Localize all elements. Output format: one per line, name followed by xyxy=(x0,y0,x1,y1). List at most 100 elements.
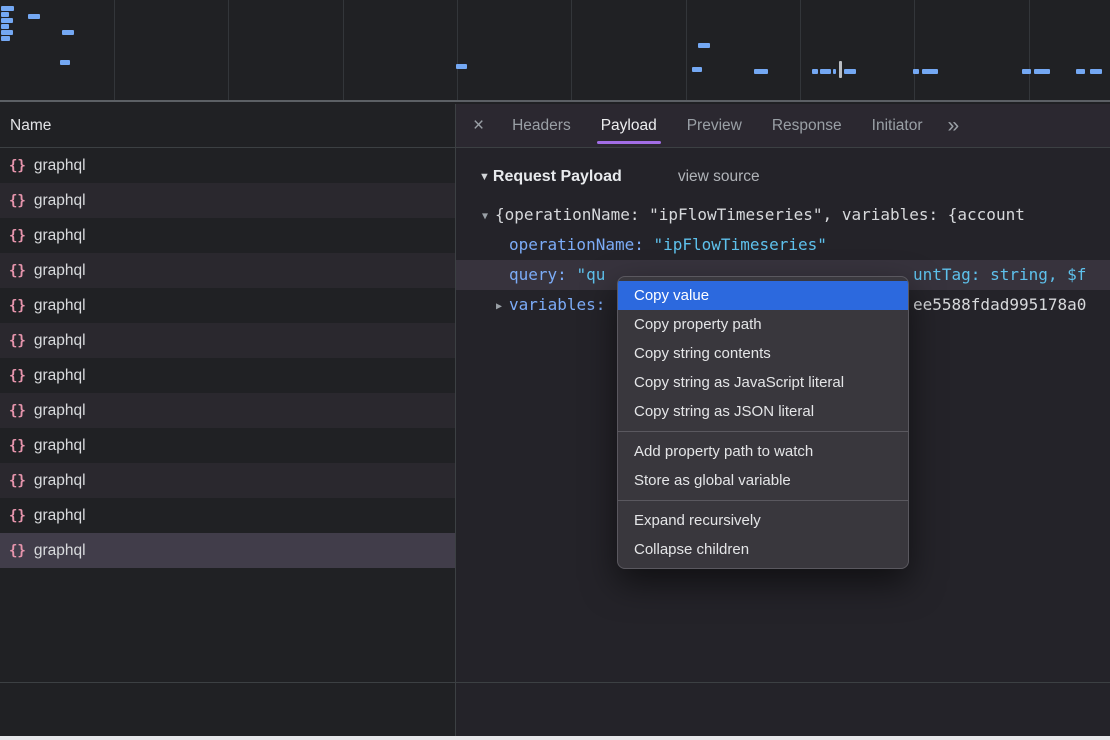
payload-root-row[interactable]: ▼ {operationName: "ipFlowTimeseries", var… xyxy=(456,200,1110,230)
menu-item-collapse-children[interactable]: Collapse children xyxy=(618,535,908,564)
timeline-bar xyxy=(60,60,70,65)
request-row[interactable]: {}graphql xyxy=(0,288,455,323)
json-braces-icon: {} xyxy=(9,158,26,174)
grid-line xyxy=(571,0,572,100)
timeline-bar xyxy=(698,43,710,48)
context-menu: Copy valueCopy property pathCopy string … xyxy=(617,276,909,569)
tab-response[interactable]: Response xyxy=(757,104,857,147)
property-value: "qu xyxy=(576,265,605,284)
request-row[interactable]: {} graphql xyxy=(0,393,455,428)
section-collapse-triangle-icon[interactable]: ▼ xyxy=(479,171,490,183)
name-column-header[interactable]: Name xyxy=(0,104,455,148)
expand-open-triangle-icon[interactable]: ▼ xyxy=(482,202,488,230)
request-name: graphql xyxy=(34,227,86,245)
request-row[interactable]: {} graphql xyxy=(0,533,455,568)
timeline-bar xyxy=(839,61,842,78)
request-row[interactable]: {} graphql xyxy=(0,428,455,463)
menu-item-expand-recursively[interactable]: Expand recursively xyxy=(618,506,908,535)
timeline-bar xyxy=(456,64,467,69)
timeline-bar xyxy=(922,69,938,74)
json-braces-icon: {} xyxy=(9,368,26,384)
name-column-label: Name xyxy=(10,117,51,135)
variables-preview-fragment: ee5588fdad995178a0 xyxy=(913,290,1086,320)
expand-closed-triangle-icon[interactable]: ▶ xyxy=(496,292,502,320)
request-payload-title: Request Payload xyxy=(493,168,622,186)
menu-item-copy-property-path[interactable]: Copy property path xyxy=(618,310,908,339)
grid-line xyxy=(1029,0,1030,100)
property-key: variables: xyxy=(509,295,605,314)
timeline-bar xyxy=(844,69,856,74)
request-row[interactable]: {}graphql xyxy=(0,323,455,358)
timeline-bar xyxy=(28,14,40,19)
property-key: operationName: xyxy=(509,235,654,254)
menu-item-copy-string-as-javascript-literal[interactable]: Copy string as JavaScript literal xyxy=(618,368,908,397)
window-bottom-edge xyxy=(0,736,1110,740)
timeline-bar xyxy=(692,67,702,72)
timeline-bar xyxy=(1,36,10,41)
timeline-bar xyxy=(913,69,919,74)
json-braces-icon: {} xyxy=(9,228,26,244)
request-row[interactable]: {}graphql xyxy=(0,358,455,393)
grid-line xyxy=(343,0,344,100)
request-name: graphql xyxy=(34,262,86,280)
menu-item-copy-value[interactable]: Copy value xyxy=(618,281,908,310)
menu-item-store-as-global-variable[interactable]: Store as global variable xyxy=(618,466,908,495)
more-tabs-icon[interactable]: » xyxy=(948,115,960,136)
timeline-bar xyxy=(1,12,9,17)
view-source-link[interactable]: view source xyxy=(678,168,760,186)
request-name: graphql xyxy=(34,402,86,420)
menu-item-copy-string-contents[interactable]: Copy string contents xyxy=(618,339,908,368)
tab-preview[interactable]: Preview xyxy=(672,104,757,147)
timeline-bar xyxy=(62,30,74,35)
json-braces-icon: {} xyxy=(9,508,26,524)
timeline-bar xyxy=(1,6,14,11)
query-string-fragment: untTag: string, $f xyxy=(913,260,1086,290)
timeline-bar xyxy=(1,24,9,29)
tab-headers[interactable]: Headers xyxy=(497,104,586,147)
json-braces-icon: {} xyxy=(9,438,26,454)
close-icon[interactable]: × xyxy=(473,116,484,135)
request-row[interactable]: {} graphql xyxy=(0,253,455,288)
request-name: graphql xyxy=(34,332,86,350)
grid-line xyxy=(228,0,229,100)
grid-line xyxy=(914,0,915,100)
property-key: query: xyxy=(509,265,576,284)
timeline-bar xyxy=(812,69,818,74)
request-row[interactable]: {}graphql xyxy=(0,463,455,498)
json-braces-icon: {} xyxy=(9,543,26,559)
request-name: graphql xyxy=(34,437,86,455)
request-name: graphql xyxy=(34,297,86,315)
tab-payload[interactable]: Payload xyxy=(586,104,672,147)
json-braces-icon: {} xyxy=(9,263,26,279)
grid-line xyxy=(800,0,801,100)
request-name: graphql xyxy=(34,192,86,210)
timeline-bar xyxy=(833,69,836,74)
json-braces-icon: {} xyxy=(9,193,26,209)
detail-tab-bar: × HeadersPayloadPreviewResponseInitiator… xyxy=(456,104,1110,148)
timeline-bar xyxy=(1076,69,1085,74)
payload-root-preview: {operationName: "ipFlowTimeseries", vari… xyxy=(495,205,1025,224)
request-row[interactable]: {} graphql xyxy=(0,218,455,253)
grid-line xyxy=(457,0,458,100)
timeline-bar xyxy=(1,18,13,23)
menu-divider xyxy=(618,431,908,432)
network-overview-timeline[interactable] xyxy=(0,0,1110,102)
detail-tabs: HeadersPayloadPreviewResponseInitiator xyxy=(497,104,937,147)
timeline-bar xyxy=(820,69,831,74)
tab-initiator[interactable]: Initiator xyxy=(857,104,938,147)
request-name: graphql xyxy=(34,472,86,490)
request-payload-section-header[interactable]: ▼ Request Payload view source xyxy=(479,166,1110,188)
request-name: graphql xyxy=(34,507,86,525)
request-row[interactable]: {} graphql xyxy=(0,183,455,218)
timeline-bar xyxy=(1034,69,1050,74)
payload-row-operation-name[interactable]: operationName: "ipFlowTimeseries" xyxy=(456,230,1110,260)
request-row[interactable]: {} graphql xyxy=(0,498,455,533)
request-row[interactable]: {}graphql xyxy=(0,148,455,183)
network-request-list-panel: Name {} graphql {} graphql {} graphql {} graphq… xyxy=(0,104,455,736)
menu-item-copy-string-as-json-literal[interactable]: Copy string as JSON literal xyxy=(618,397,908,426)
json-braces-icon: {} xyxy=(9,403,26,419)
timeline-bar xyxy=(1,30,13,35)
request-name: graphql xyxy=(34,542,86,560)
menu-item-add-property-path-to-watch[interactable]: Add property path to watch xyxy=(618,437,908,466)
grid-line xyxy=(686,0,687,100)
